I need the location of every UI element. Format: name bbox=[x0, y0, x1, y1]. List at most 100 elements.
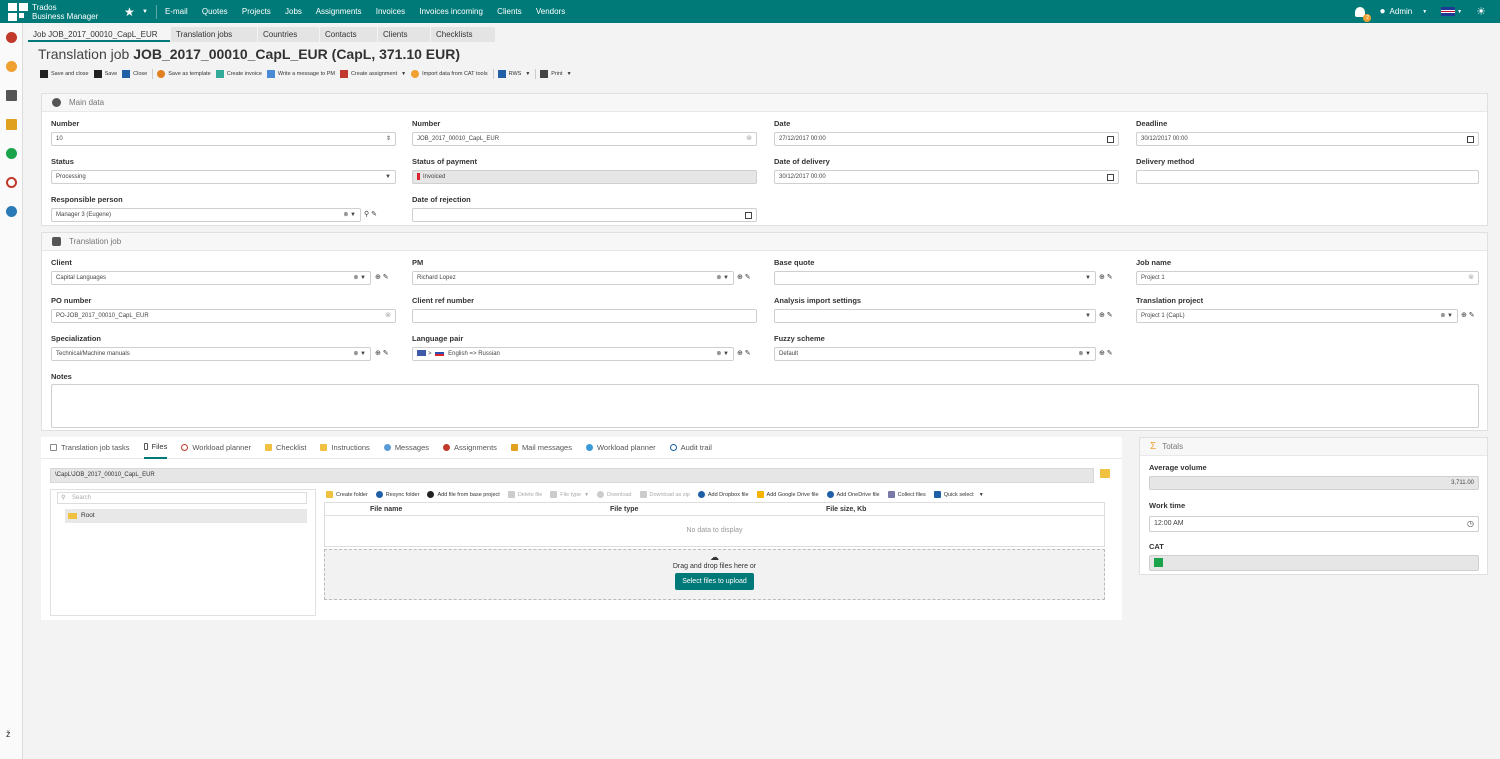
tab-workload-planner[interactable]: Workload planner bbox=[181, 437, 251, 459]
download-button[interactable]: Download bbox=[597, 491, 632, 498]
client-select[interactable]: Capital Languages ⊗ ▼ bbox=[51, 271, 371, 285]
add-icon[interactable]: ⊕ ✎ bbox=[375, 349, 389, 357]
tab-checklist[interactable]: Checklist bbox=[265, 437, 306, 459]
calendar-icon[interactable] bbox=[1467, 136, 1474, 143]
column-file-type[interactable]: File type bbox=[610, 503, 826, 515]
close-button[interactable]: Close bbox=[122, 70, 147, 78]
add-icon[interactable]: ⊕ ✎ bbox=[1099, 349, 1113, 357]
download-zip-button[interactable]: Download as zip bbox=[639, 491, 690, 498]
analysis-select[interactable]: ▼ bbox=[774, 309, 1096, 323]
create-invoice-button[interactable]: Create invoice bbox=[215, 70, 262, 78]
nav-invoices[interactable]: Invoices bbox=[376, 7, 405, 16]
chevron-down-icon[interactable]: ⊗ ▼ bbox=[1078, 348, 1091, 360]
pm-select[interactable]: Richard Lopez ⊗ ▼ bbox=[412, 271, 734, 285]
clear-icon[interactable]: ⊗ bbox=[385, 310, 391, 322]
rail-user[interactable] bbox=[0, 52, 23, 81]
print-menu[interactable]: Print ▼ bbox=[540, 70, 572, 78]
favorites-star-icon[interactable]: ★ bbox=[124, 5, 138, 19]
add-icon[interactable]: ⊕ ✎ bbox=[375, 273, 389, 281]
tab-messages[interactable]: Messages bbox=[383, 437, 429, 459]
nav-vendors[interactable]: Vendors bbox=[536, 7, 565, 16]
rail-images[interactable] bbox=[0, 81, 23, 110]
add-icon[interactable]: ⊕ ✎ bbox=[1099, 311, 1113, 319]
job-name-input[interactable]: Project 1 ⊗ bbox=[1136, 271, 1479, 285]
save-as-template-button[interactable]: Save as template bbox=[157, 70, 211, 78]
nav-clients[interactable]: Clients bbox=[497, 7, 521, 16]
notes-textarea[interactable] bbox=[51, 384, 1479, 428]
add-icon[interactable]: ⊕ ✎ bbox=[1461, 311, 1475, 319]
select-files-button[interactable]: Select files to upload bbox=[675, 573, 754, 590]
chevron-down-icon[interactable]: ⊗ ▼ bbox=[343, 209, 356, 221]
nav-quotes[interactable]: Quotes bbox=[202, 7, 228, 16]
user-menu[interactable]: ● Admin ▼ bbox=[1379, 6, 1427, 17]
add-gdrive-button[interactable]: Add Google Drive file bbox=[756, 491, 819, 498]
app-logo[interactable]: Trados Business Manager bbox=[0, 0, 118, 23]
import-cat-button[interactable]: Import data from CAT tools bbox=[411, 70, 488, 78]
add-icon[interactable]: ⊕ ✎ bbox=[737, 273, 751, 281]
base-quote-select[interactable]: ▼ bbox=[774, 271, 1096, 285]
folder-refresh-icon[interactable] bbox=[1100, 469, 1110, 478]
delivery-date-input[interactable]: 30/12/2017 00:00 bbox=[774, 170, 1119, 184]
language-selector[interactable]: ▼ bbox=[1441, 7, 1462, 16]
column-file-size[interactable]: File size, Kb bbox=[826, 503, 1026, 515]
resync-folder-button[interactable]: Resync folder bbox=[375, 491, 419, 498]
chevron-down-icon[interactable]: ▼ bbox=[142, 9, 148, 15]
tab-clients[interactable]: Clients bbox=[378, 27, 430, 42]
job-number-input[interactable]: JOB_2017_00010_CapL_EUR ⊗ bbox=[412, 132, 757, 146]
tab-translation-job-tasks[interactable]: Translation job tasks bbox=[50, 437, 130, 459]
nav-invoices-incoming[interactable]: Invoices incoming bbox=[419, 7, 483, 16]
nav-jobs[interactable]: Jobs bbox=[285, 7, 302, 16]
chevron-down-icon[interactable]: ▼ bbox=[385, 171, 391, 183]
tab-workload-planner-2[interactable]: Workload planner bbox=[585, 437, 656, 459]
tab-mail-messages[interactable]: Mail messages bbox=[510, 437, 572, 459]
chevron-down-icon[interactable]: ▼ bbox=[1085, 310, 1091, 322]
chevron-down-icon[interactable]: ▼ bbox=[1085, 272, 1091, 284]
rws-menu[interactable]: RWS ▼ bbox=[497, 70, 530, 78]
file-drop-zone[interactable]: ☁ Drag and drop files here or Select fil… bbox=[324, 549, 1105, 600]
calendar-icon[interactable] bbox=[1107, 136, 1114, 143]
collect-files-button[interactable]: Collect files bbox=[887, 491, 926, 498]
date-input[interactable]: 27/12/2017 00:00 bbox=[774, 132, 1119, 146]
add-from-base-button[interactable]: Add file from base project bbox=[427, 491, 500, 498]
rail-shield[interactable] bbox=[0, 139, 23, 168]
tab-audit-trail[interactable]: Audit trail bbox=[669, 437, 712, 459]
nav-assignments[interactable]: Assignments bbox=[316, 7, 362, 16]
file-type-button[interactable]: File type ▼ bbox=[550, 491, 589, 498]
status-select[interactable]: Processing ▼ bbox=[51, 170, 396, 184]
nav-projects[interactable]: Projects bbox=[242, 7, 271, 16]
delivery-method-input[interactable] bbox=[1136, 170, 1479, 184]
tab-contacts[interactable]: Contacts bbox=[320, 27, 377, 42]
clear-icon[interactable]: ⊗ bbox=[746, 133, 752, 145]
language-pair-select[interactable]: > English => Russian ⊗ ▼ bbox=[412, 347, 734, 361]
client-ref-input[interactable] bbox=[412, 309, 757, 323]
message-pm-button[interactable]: Write a message to PM bbox=[266, 70, 335, 78]
tab-assignments[interactable]: Assignments bbox=[443, 437, 497, 459]
tab-checklists[interactable]: Checklists bbox=[431, 27, 495, 42]
tree-search-input[interactable]: ⚲ Search bbox=[57, 492, 307, 504]
chevron-down-icon[interactable]: ⊗ ▼ bbox=[716, 272, 729, 284]
add-dropbox-button[interactable]: Add Dropbox file bbox=[697, 491, 749, 498]
quick-select-button[interactable]: Quick select ▼ bbox=[933, 491, 984, 498]
chevron-down-icon[interactable]: ⊗ ▼ bbox=[353, 272, 366, 284]
tab-files[interactable]: Files bbox=[143, 437, 168, 459]
delete-file-button[interactable]: Delete file bbox=[507, 491, 542, 498]
add-onedrive-button[interactable]: Add OneDrive file bbox=[826, 491, 880, 498]
add-icon[interactable]: ⊕ ✎ bbox=[737, 349, 751, 357]
tab-translation-jobs[interactable]: Translation jobs bbox=[171, 27, 257, 42]
nav-email[interactable]: E-mail bbox=[165, 7, 188, 16]
specialization-select[interactable]: Technical/Machine manuals ⊗ ▼ bbox=[51, 347, 371, 361]
create-assignment-button[interactable]: Create assignment ▼ bbox=[339, 70, 406, 78]
rejection-date-input[interactable] bbox=[412, 208, 757, 222]
tree-root-node[interactable]: Root bbox=[65, 509, 307, 523]
deadline-input[interactable]: 30/12/2017 00:00 bbox=[1136, 132, 1479, 146]
calendar-icon[interactable] bbox=[745, 212, 752, 219]
number-input[interactable]: 10 ⇕ bbox=[51, 132, 396, 146]
save-and-close-button[interactable]: Save and close bbox=[40, 70, 89, 78]
rail-clock[interactable] bbox=[0, 168, 23, 197]
tab-countries[interactable]: Countries bbox=[258, 27, 319, 42]
tab-instructions[interactable]: Instructions bbox=[320, 437, 370, 459]
rail-clipboard[interactable] bbox=[0, 110, 23, 139]
search-icon[interactable]: ⚲ ✎ bbox=[364, 210, 377, 218]
responsible-select[interactable]: Manager 3 (Eugene) ⊗ ▼ bbox=[51, 208, 361, 222]
notifications-button[interactable]: 2 bbox=[1355, 6, 1372, 22]
